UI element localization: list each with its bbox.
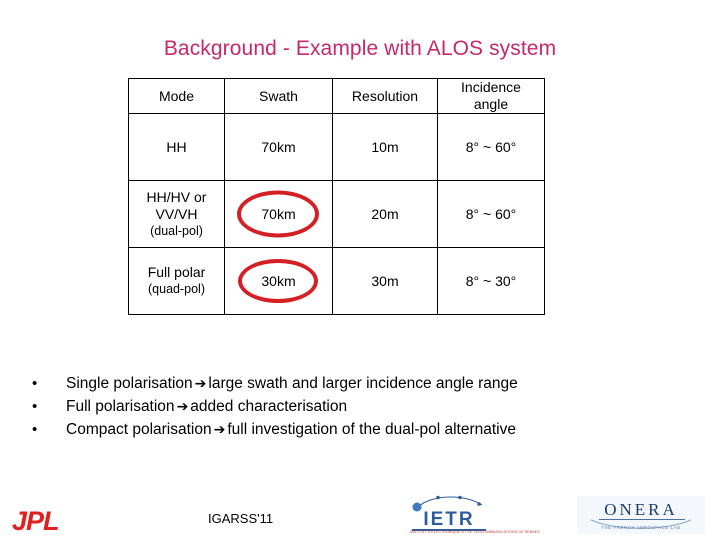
cell-incidence-angle: 8° ~ 30° <box>437 247 545 315</box>
cell-mode: Full polar (quad-pol) <box>128 247 225 315</box>
cell-swath-label: 70km <box>261 138 296 155</box>
jpl-logo: JPL <box>12 506 60 536</box>
list-item-text: Compact polarisation ➔ full investigation … <box>66 418 700 442</box>
bullet-marker-icon: • <box>32 421 38 438</box>
list-item-text: Full polarisation ➔ added characterisation <box>66 395 700 419</box>
cell-mode: HH/HV or VV/VH (dual-pol) <box>128 180 225 248</box>
cell-mode-line2: VV/VH <box>155 205 198 222</box>
alos-modes-table: Mode Swath Resolution Incidence angle HH… <box>128 78 545 315</box>
list-item-after: added characterisation <box>190 398 348 415</box>
cell-mode-line3: (dual-pol) <box>150 223 203 238</box>
cell-mode: HH <box>128 113 225 181</box>
cell-resolution: 30m <box>332 247 438 315</box>
ietr-logo: IETR INSTITUT D'ELECTRONIQUE ET DE TELEC… <box>410 494 540 536</box>
column-header-mode: Mode <box>128 78 225 114</box>
ietr-tagline: INSTITUT D'ELECTRONIQUE ET DE TELECOMMUN… <box>410 530 540 534</box>
list-item-text: Single polarisation ➔ large swath and larg… <box>66 372 700 396</box>
cell-swath: 30km <box>224 247 333 315</box>
cell-mode-line1: Full polar <box>147 264 206 280</box>
list-item-before: Compact polarisation <box>66 421 212 438</box>
conference-label: IGARSS'11 <box>208 511 274 526</box>
swath-value-wrapper: 70km <box>237 190 320 238</box>
onera-tagline: THE FRENCH AEROSPACE LAB <box>601 525 681 530</box>
bullet-marker-icon: • <box>32 375 38 392</box>
table-header-row: Mode Swath Resolution Incidence angle <box>128 78 545 114</box>
cell-swath: 70km <box>224 113 333 181</box>
swath-value-wrapper: 70km <box>261 139 295 156</box>
table-row: HH 70km 10m 8° ~ 60° <box>128 113 545 181</box>
swath-value-wrapper: 30km <box>238 259 319 303</box>
arrow-right-icon: ➔ <box>176 399 189 415</box>
cell-swath: 70km <box>224 180 333 248</box>
list-item: • Full polarisation ➔ added characterisati… <box>28 395 700 418</box>
table-row: Full polar (quad-pol) 30km 30m 8° ~ 30° <box>128 247 545 315</box>
cell-incidence-angle: 8° ~ 60° <box>437 180 545 248</box>
cell-swath-label: 70km <box>261 205 296 222</box>
cell-mode-line3: (quad-pol) <box>148 282 205 296</box>
list-item-before: Single polarisation <box>66 375 193 392</box>
table-row: HH/HV or VV/VH (dual-pol) 70km 20m 8° ~ … <box>128 180 545 248</box>
bullet-marker-icon: • <box>32 398 38 415</box>
list-item-after: full investigation of the dual-pol alter… <box>227 421 516 438</box>
cell-mode-line1: HH/HV or <box>146 188 207 205</box>
list-item: • Compact polarisation ➔ full investigatio… <box>28 418 700 441</box>
cell-swath-label: 30km <box>261 272 296 289</box>
column-header-incidence-line2: angle <box>473 96 509 112</box>
arrow-right-icon: ➔ <box>194 376 207 392</box>
onera-logo-text: ONERA <box>604 500 678 519</box>
cell-resolution: 20m <box>332 180 438 248</box>
cell-mode-line1: HH <box>166 138 187 155</box>
column-header-resolution: Resolution <box>332 78 438 114</box>
arrow-right-icon: ➔ <box>213 422 226 438</box>
column-header-incidence-line1: Incidence <box>461 79 521 95</box>
list-item-before: Full polarisation <box>66 398 175 415</box>
page-title: Background - Example with ALOS system <box>163 37 557 60</box>
bullet-list: • Single polarisation ➔ large swath and la… <box>28 372 700 441</box>
list-item-after: large swath and larger incidence angle r… <box>208 375 518 392</box>
onera-logo: ONERA THE FRENCH AEROSPACE LAB <box>577 496 705 534</box>
list-item: • Single polarisation ➔ large swath and la… <box>28 372 700 395</box>
cell-resolution: 10m <box>332 113 438 181</box>
cell-incidence-angle: 8° ~ 60° <box>437 113 545 181</box>
column-header-incidence-angle: Incidence angle <box>437 78 545 114</box>
column-header-swath: Swath <box>224 78 333 114</box>
ietr-logo-text: IETR <box>423 509 475 530</box>
